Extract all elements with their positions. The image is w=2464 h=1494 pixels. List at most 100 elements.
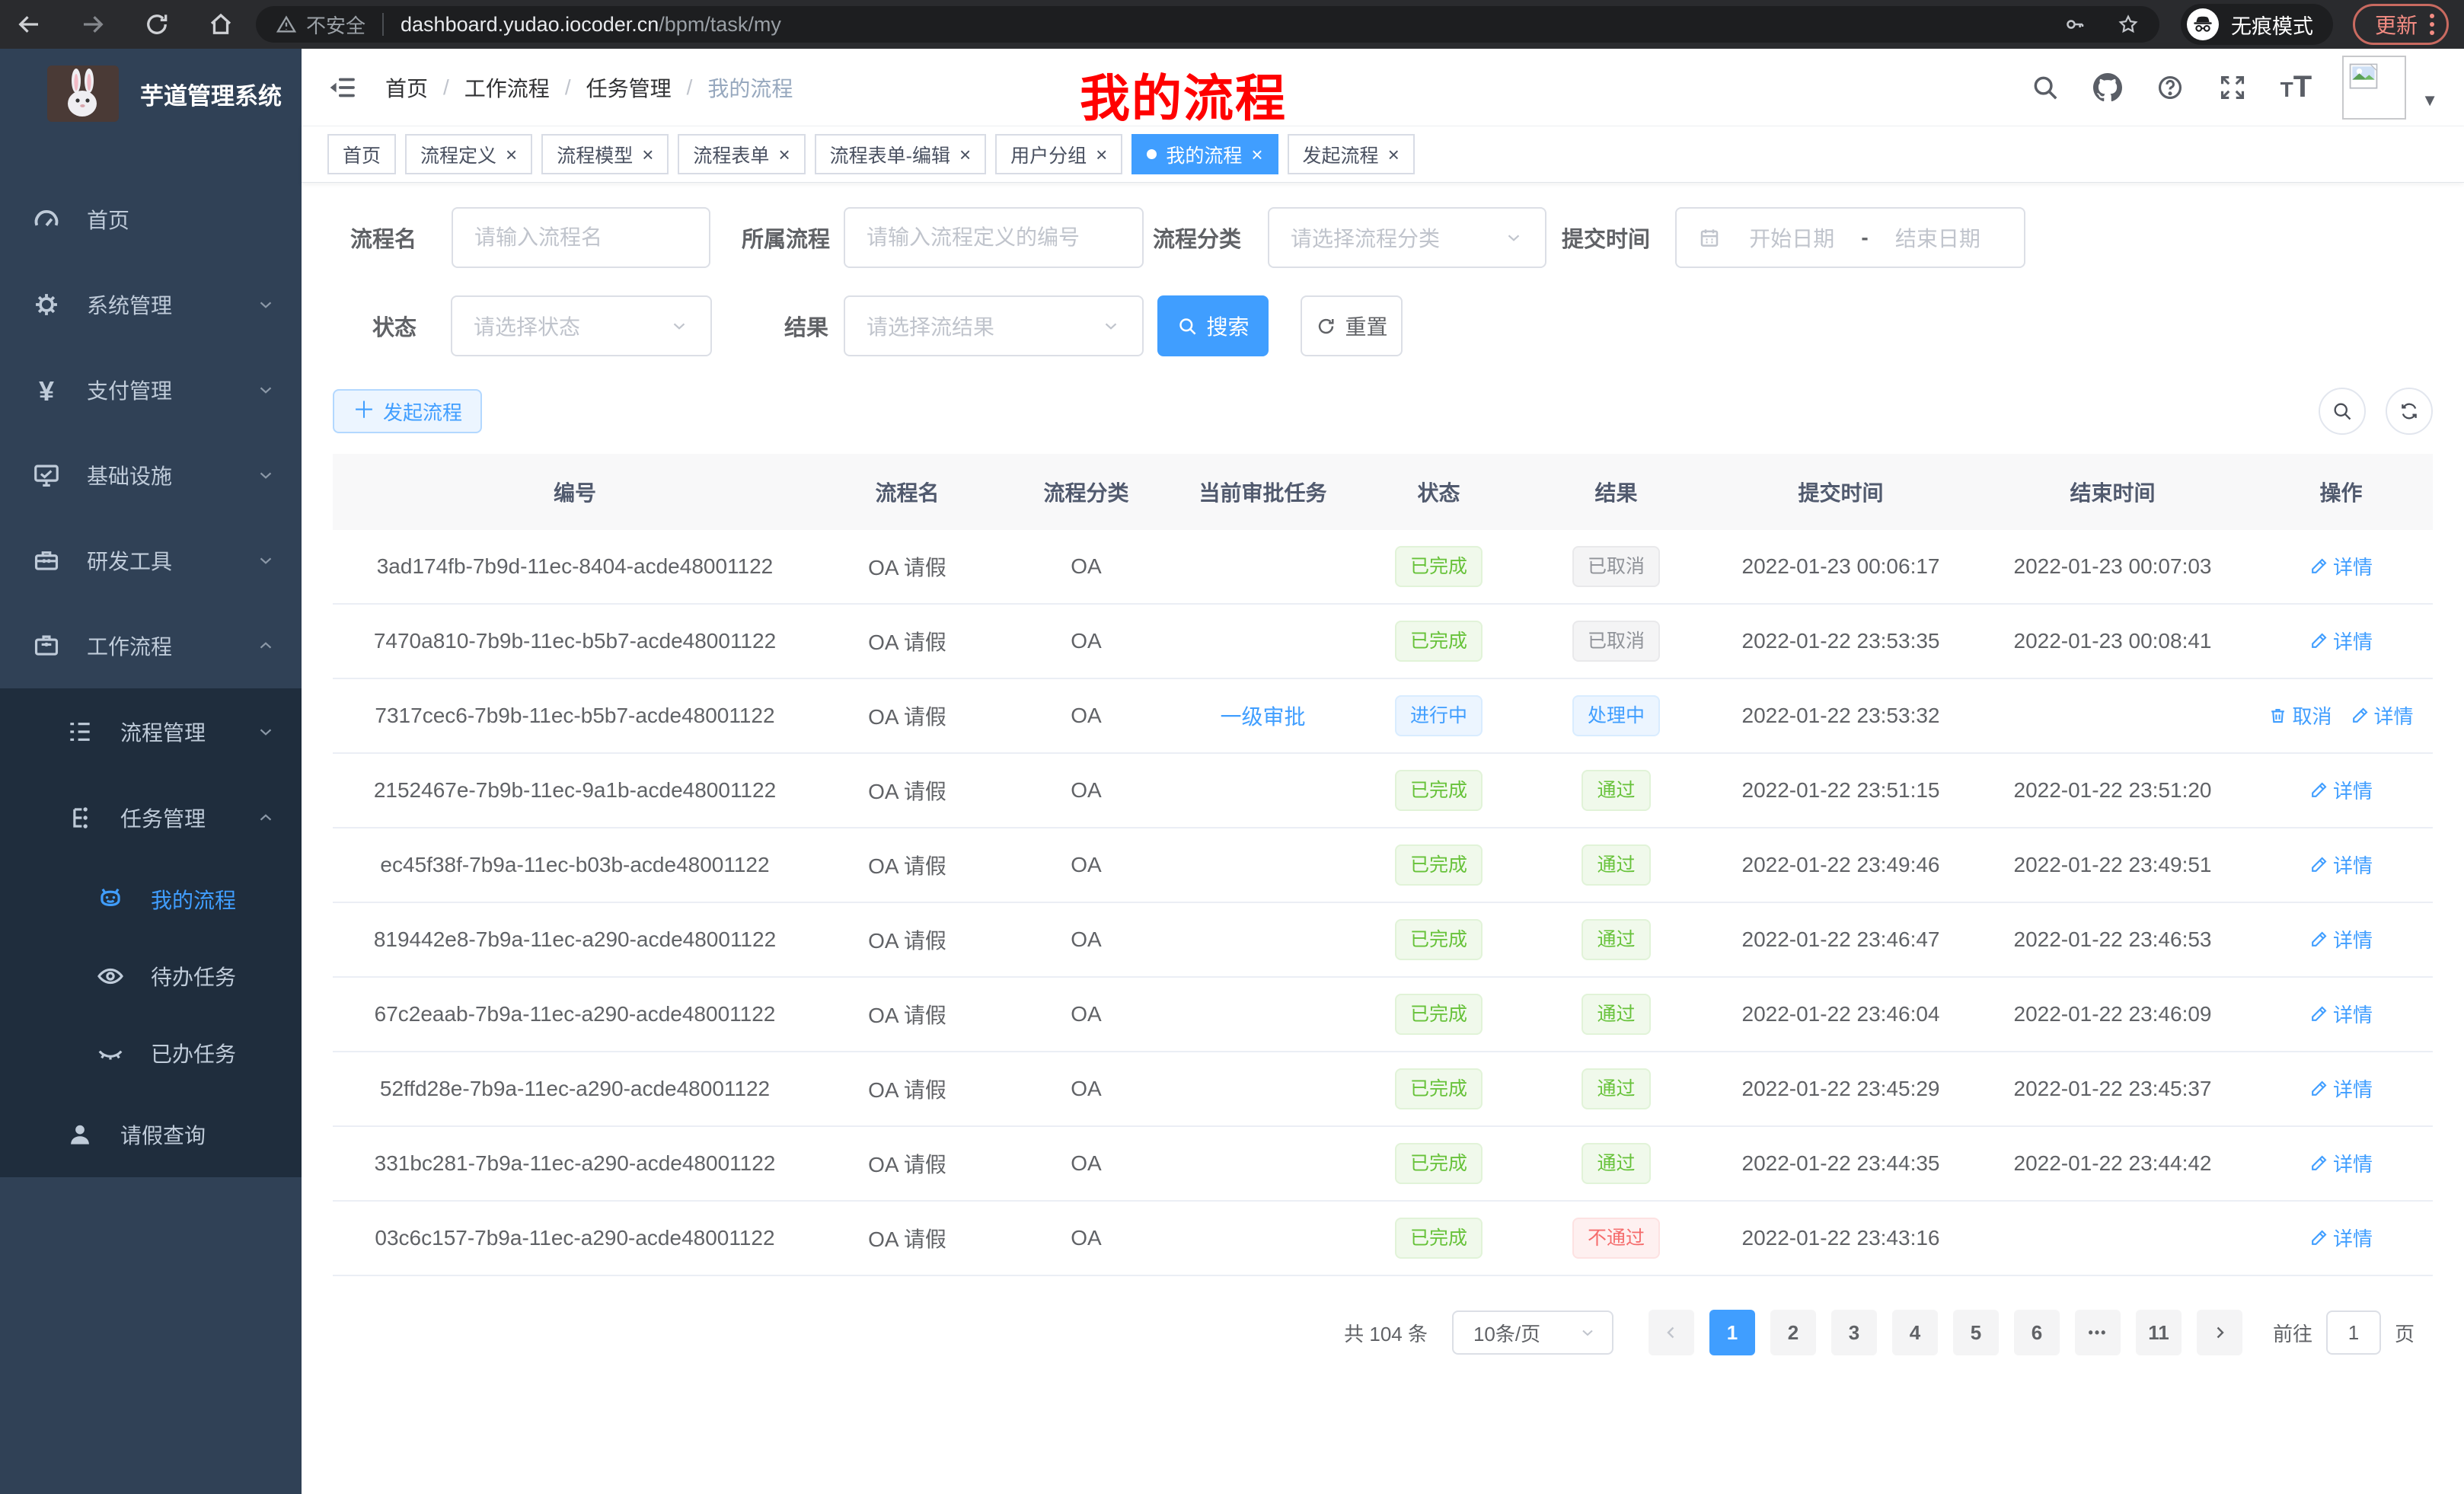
breadcrumb-task-mgmt[interactable]: 任务管理: [586, 72, 672, 103]
star-icon[interactable]: [2117, 13, 2140, 36]
result-badge: 不通过: [1572, 1218, 1660, 1259]
suitcase-icon: [32, 631, 61, 660]
detail-link[interactable]: 详情: [2309, 925, 2373, 953]
detail-link[interactable]: 详情: [2351, 701, 2414, 729]
create-process-button[interactable]: ＋ 发起流程: [333, 389, 482, 433]
page-button-2[interactable]: 2: [1770, 1310, 1816, 1355]
reset-button[interactable]: 重置: [1301, 295, 1403, 356]
page-button-1[interactable]: 1: [1709, 1310, 1755, 1355]
back-icon[interactable]: [15, 11, 43, 38]
cell-id: 2152467e-7b9b-11ec-9a1b-acde48001122: [333, 778, 817, 803]
status-select[interactable]: 请选择状态: [451, 295, 712, 356]
forward-icon[interactable]: [79, 11, 107, 38]
table-row: 819442e8-7b9a-11ec-a290-acde48001122OA 请…: [333, 903, 2433, 978]
sidebar-item-my-process[interactable]: 我的流程: [0, 860, 302, 937]
sidebar-item-task-mgmt[interactable]: 任务管理: [0, 774, 302, 860]
page-button-4[interactable]: 4: [1892, 1310, 1938, 1355]
github-icon[interactable]: [2093, 73, 2122, 102]
refresh-icon: [2399, 401, 2420, 422]
cancel-link[interactable]: 取消: [2268, 701, 2332, 729]
update-button[interactable]: 更新: [2353, 4, 2449, 45]
sidebar-item-process-mgmt[interactable]: 流程管理: [0, 688, 302, 774]
help-icon[interactable]: [2156, 73, 2185, 102]
column-header: 结果: [1527, 477, 1706, 507]
status-badge: 已完成: [1395, 919, 1483, 960]
cell-actions: 详情: [2249, 851, 2433, 879]
cell-submit-time: 2022-01-22 23:51:15: [1706, 778, 1976, 803]
result-select[interactable]: 请选择流结果: [844, 295, 1144, 356]
close-icon[interactable]: ×: [1251, 145, 1262, 164]
page-size-select[interactable]: 10条/页: [1452, 1310, 1613, 1355]
page-button-3[interactable]: 3: [1831, 1310, 1877, 1355]
url-path: /bpm/task/my: [659, 13, 781, 37]
process-name-input[interactable]: [452, 207, 710, 268]
hamburger-icon[interactable]: [327, 72, 358, 103]
sidebar-item-payment[interactable]: ¥ 支付管理: [0, 347, 302, 433]
close-icon[interactable]: ×: [506, 145, 517, 164]
tab-0[interactable]: 首页: [327, 134, 396, 174]
tab-7[interactable]: 发起流程×: [1288, 134, 1415, 174]
close-icon[interactable]: ×: [1388, 145, 1400, 164]
detail-link[interactable]: 详情: [2309, 627, 2373, 655]
sidebar-item-devtools[interactable]: 研发工具: [0, 518, 302, 603]
url-bar[interactable]: 不安全 dashboard.yudao.iocoder.cn /bpm/task…: [256, 6, 2159, 43]
detail-link[interactable]: 详情: [2309, 1000, 2373, 1028]
close-icon[interactable]: ×: [959, 145, 971, 164]
refresh-table-button[interactable]: [2386, 388, 2433, 435]
detail-link[interactable]: 详情: [2309, 552, 2373, 580]
tab-5[interactable]: 用户分组×: [995, 134, 1122, 174]
detail-link[interactable]: 详情: [2309, 1074, 2373, 1103]
end-date-placeholder: 结束日期: [1873, 222, 2003, 253]
breadcrumb-home[interactable]: 首页: [385, 72, 428, 103]
prev-page-button[interactable]: [1649, 1310, 1694, 1355]
date-range-input[interactable]: 开始日期 - 结束日期: [1675, 207, 2025, 268]
close-icon[interactable]: ×: [642, 145, 653, 164]
cell-actions: 详情: [2249, 1074, 2433, 1103]
sidebar-item-done-tasks[interactable]: 已办任务: [0, 1014, 302, 1091]
sidebar-item-leave-query[interactable]: 请假查询: [0, 1091, 302, 1177]
result-label: 结果: [784, 310, 828, 342]
more-pages-button[interactable]: •••: [2075, 1310, 2121, 1355]
home-icon[interactable]: [207, 11, 235, 38]
cell-result: 已取消: [1527, 621, 1706, 662]
detail-link[interactable]: 详情: [2309, 776, 2373, 804]
close-icon[interactable]: ×: [778, 145, 790, 164]
show-search-button[interactable]: [2319, 388, 2366, 435]
close-icon[interactable]: ×: [1096, 145, 1107, 164]
url-host: dashboard.yudao.iocoder.cn: [401, 13, 659, 37]
detail-link[interactable]: 详情: [2309, 1149, 2373, 1177]
font-size-icon[interactable]: TT: [2280, 70, 2312, 104]
tab-3[interactable]: 流程表单×: [678, 134, 805, 174]
next-page-button[interactable]: [2197, 1310, 2242, 1355]
fullscreen-icon[interactable]: [2218, 73, 2247, 102]
search-button[interactable]: 搜索: [1157, 295, 1269, 356]
sidebar-item-workflow[interactable]: 工作流程: [0, 603, 302, 688]
sidebar-item-home[interactable]: 首页: [0, 177, 302, 262]
caret-down-icon[interactable]: ▼: [2421, 91, 2438, 110]
task-link[interactable]: 一级审批: [1220, 705, 1305, 729]
avatar[interactable]: [2342, 56, 2406, 120]
chevron-down-icon: [256, 380, 276, 400]
key-icon[interactable]: [2063, 13, 2086, 36]
page-button-11[interactable]: 11: [2136, 1310, 2182, 1355]
detail-link[interactable]: 详情: [2309, 1224, 2373, 1252]
sidebar-item-todo-tasks[interactable]: 待办任务: [0, 937, 302, 1014]
sidebar-item-system[interactable]: 系统管理: [0, 262, 302, 347]
tab-6[interactable]: 我的流程×: [1131, 134, 1278, 174]
definition-input[interactable]: [844, 207, 1144, 268]
tab-2[interactable]: 流程模型×: [541, 134, 669, 174]
search-icon[interactable]: [2031, 73, 2060, 102]
goto-page-input[interactable]: [2326, 1310, 2381, 1355]
tab-4[interactable]: 流程表单-编辑×: [815, 134, 987, 174]
breadcrumb-workflow[interactable]: 工作流程: [464, 72, 550, 103]
detail-link[interactable]: 详情: [2309, 851, 2373, 879]
app-logo-row[interactable]: 芋道管理系统: [0, 49, 302, 139]
page-button-6[interactable]: 6: [2014, 1310, 2060, 1355]
page-button-5[interactable]: 5: [1953, 1310, 1999, 1355]
sidebar-item-infrastructure[interactable]: 基础设施: [0, 433, 302, 518]
more-dots-icon[interactable]: [2430, 14, 2434, 35]
reload-icon[interactable]: [143, 11, 171, 38]
category-select[interactable]: 请选择流程分类: [1268, 207, 1546, 268]
tab-1[interactable]: 流程定义×: [405, 134, 532, 174]
cell-name: OA 请假: [817, 850, 997, 880]
